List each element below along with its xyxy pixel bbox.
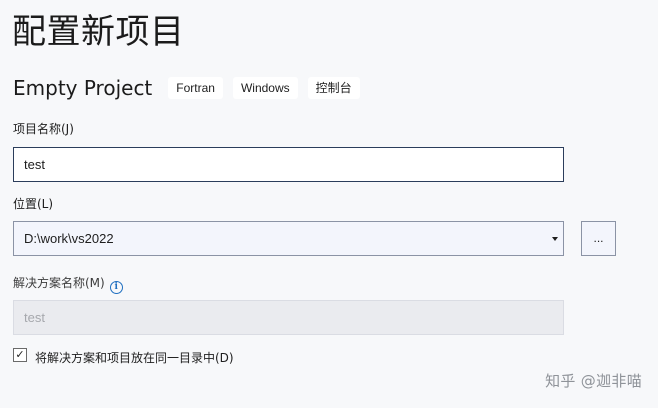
info-icon[interactable]: i [109,281,123,294]
chevron-down-icon[interactable] [552,237,558,241]
tag-fortran: Fortran [168,77,223,99]
browse-button[interactable]: ... [581,221,616,256]
location-value: D:\work\vs2022 [24,231,114,246]
solution-name-input: test [13,300,564,335]
project-template-row: Empty Project Fortran Windows 控制台 [13,74,370,102]
solution-name-value: test [24,310,45,325]
same-directory-checkbox[interactable]: ✓ [13,348,27,362]
project-name-label: 项目名称(J) [13,122,74,136]
location-label: 位置(L) [13,197,54,211]
solution-name-label: 解决方案名称(M) [13,276,105,290]
solution-name-label-row: 解决方案名称(M) i [13,275,123,294]
check-icon: ✓ [15,348,25,361]
project-template-name: Empty Project [13,76,153,100]
same-directory-label[interactable]: 将解决方案和项目放在同一目录中(D) [35,350,234,366]
tag-windows: Windows [232,77,298,99]
project-name-value: test [24,157,45,172]
location-combobox[interactable]: D:\work\vs2022 [13,221,564,256]
project-name-input[interactable]: test [13,147,564,182]
page-title: 配置新项目 [12,12,185,52]
watermark: 知乎 @迦非喵 [545,372,642,390]
tag-console: 控制台 [307,77,360,99]
